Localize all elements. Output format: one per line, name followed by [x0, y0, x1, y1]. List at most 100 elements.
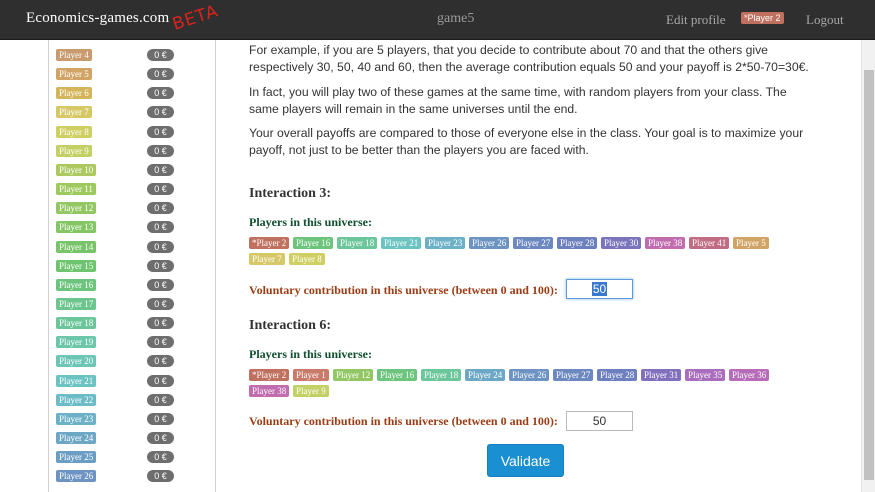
top-navbar: Economics-games.com BETA game5 Edit prof… — [0, 0, 875, 40]
sidebar-player-name: Player 20 — [56, 355, 97, 368]
player-tag: Player 30 — [601, 237, 642, 249]
interaction-3-contribution-input[interactable]: 50 — [566, 279, 633, 299]
sidebar-player-payoff: 0 € — [147, 297, 174, 310]
sidebar-player-payoff: 0 € — [147, 144, 174, 157]
sidebar-player-row: Player 26 0 € — [49, 466, 215, 485]
player-tag: Player 27 — [553, 369, 594, 381]
player-tag: Player 16 — [377, 369, 418, 381]
sidebar-player-row: Player 4 0 € — [49, 45, 215, 64]
scrollbar-thumb[interactable] — [864, 70, 874, 480]
sidebar-player-payoff: 0 € — [147, 221, 174, 234]
sidebar-player-payoff: 0 € — [147, 336, 174, 349]
player-tag: Player 7 — [249, 253, 285, 265]
sidebar-player-name: Player 24 — [56, 432, 97, 444]
player-sidebar: Player 40 € Player 50 € Player 60 € Player … — [48, 40, 216, 492]
player-tag: Player 18 — [337, 237, 378, 249]
player-tag: *Player 2 — [249, 237, 290, 249]
sidebar-player-payoff: 0 € — [147, 106, 174, 119]
sidebar-player-payoff: 0 € — [147, 202, 174, 215]
player-tag: Player 27 — [513, 237, 554, 249]
sidebar-player-name: Player 9 — [56, 144, 92, 157]
interaction-3-player-tags: *Player 2 Player 16 Player 18 Player 21 Play… — [249, 237, 809, 271]
sidebar-player-name: Player 16 — [56, 278, 97, 291]
player-tag: Player 35 — [685, 369, 726, 381]
player-tag: Player 28 — [597, 369, 638, 381]
beta-label: BETA — [170, 1, 222, 35]
player-tag: Player 5 — [733, 237, 769, 249]
rules-paragraph-example: For example, if you are 5 players, that … — [249, 43, 809, 74]
sidebar-player-row: Player 5 0 € — [49, 64, 215, 83]
sidebar-player-name: Player 7 — [56, 106, 92, 119]
sidebar-player-name: Player 4 — [56, 49, 92, 61]
player-tag: Player 23 — [425, 237, 466, 249]
sidebar-player-name: Player 22 — [56, 393, 97, 406]
main-content: For example, if you are 5 players, that … — [249, 40, 839, 492]
sidebar-player-payoff: 0 € — [147, 393, 174, 406]
player-tag: Player 24 — [465, 369, 506, 381]
sidebar-player-row: Player 21 0 € — [49, 371, 215, 390]
brand-logo[interactable]: Economics-games.com — [26, 10, 169, 27]
sidebar-player-row: Player 6 0 € — [49, 83, 215, 102]
sidebar-player-name: Player 11 — [56, 183, 96, 196]
sidebar-player-row: Player 14 0 € — [49, 237, 215, 256]
player-tag: Player 12 — [333, 369, 374, 381]
sidebar-player-name: Player 23 — [56, 412, 97, 425]
player-tag: Player 36 — [729, 369, 770, 381]
rules-paragraph-games: In fact, you will play two of these game… — [249, 85, 787, 116]
player-tag: Player 26 — [469, 237, 510, 249]
sidebar-player-row: Player 11 0 € — [49, 179, 215, 198]
player-tag: Player 8 — [289, 253, 325, 265]
interaction-3-title: Interaction 3: — [249, 186, 332, 201]
sidebar-player-payoff: 0 € — [147, 163, 174, 176]
sidebar-player-name: Player 21 — [56, 374, 97, 387]
sidebar-player-name: Player 19 — [56, 336, 97, 349]
game-title: game5 — [437, 11, 475, 26]
validate-button[interactable]: Validate — [487, 444, 564, 477]
sidebar-player-name: Player 25 — [56, 451, 97, 464]
logout-link[interactable]: Logout — [806, 12, 844, 28]
sidebar-player-row: Player 25 0 € — [49, 447, 215, 466]
sidebar-player-payoff: 0 € — [147, 49, 174, 61]
sidebar-player-row: Player 13 0 € — [49, 217, 215, 236]
sidebar-player-row: Player 17 0 € — [49, 294, 215, 313]
sidebar-player-name: Player 12 — [56, 202, 97, 215]
sidebar-player-name: Player 6 — [56, 87, 92, 100]
sidebar-player-payoff: 0 € — [147, 355, 174, 368]
player-tag: Player 1 — [293, 369, 329, 381]
interaction-6-title: Interaction 6: — [249, 318, 332, 333]
sidebar-player-payoff: 0 € — [147, 183, 174, 196]
edit-profile-link[interactable]: Edit profile — [666, 12, 726, 28]
sidebar-player-row: Player 23 0 € — [49, 409, 215, 428]
sidebar-player-name: Player 15 — [56, 259, 97, 272]
sidebar-player-payoff: 0 € — [147, 240, 174, 253]
interaction-6-contribution-label: Voluntary contribution in this universe … — [249, 414, 558, 428]
sidebar-player-payoff: 0 € — [147, 451, 174, 464]
sidebar-player-name: Player 13 — [56, 221, 97, 234]
sidebar-player-name: Player 8 — [56, 125, 92, 138]
sidebar-player-payoff: 0 € — [147, 374, 174, 387]
interaction-6-contribution-input[interactable]: 50 — [566, 411, 633, 431]
interaction-3-players-heading: Players in this universe: — [249, 215, 372, 229]
player-tag: Player 38 — [249, 385, 290, 397]
player-tag: Player 9 — [293, 385, 329, 397]
player-tag: Player 21 — [381, 237, 422, 249]
sidebar-player-row: Player 22 0 € — [49, 390, 215, 409]
sidebar-player-payoff: 0 € — [147, 317, 174, 330]
sidebar-player-payoff: 0 € — [147, 259, 174, 272]
sidebar-player-row: Player 20 0 € — [49, 351, 215, 370]
sidebar-player-payoff: 0 € — [147, 432, 174, 444]
sidebar-player-row: Player 8 0 € — [49, 122, 215, 141]
player-tag: Player 31 — [641, 369, 682, 381]
sidebar-player-row: Player 10 0 € — [49, 160, 215, 179]
interaction-6-players-heading: Players in this universe: — [249, 347, 372, 361]
sidebar-player-payoff: 0 € — [147, 278, 174, 291]
user-badge: *Player 2 — [741, 12, 784, 24]
sidebar-player-payoff: 0 € — [147, 412, 174, 425]
page-scrollbar[interactable] — [861, 40, 875, 492]
sidebar-player-name: Player 17 — [56, 297, 97, 310]
player-tag: Player 28 — [557, 237, 598, 249]
sidebar-player-payoff: 0 € — [147, 125, 174, 138]
player-tag: Player 41 — [689, 237, 730, 249]
sidebar-player-row: Player 9 0 € — [49, 141, 215, 160]
sidebar-player-name: Player 5 — [56, 68, 92, 81]
